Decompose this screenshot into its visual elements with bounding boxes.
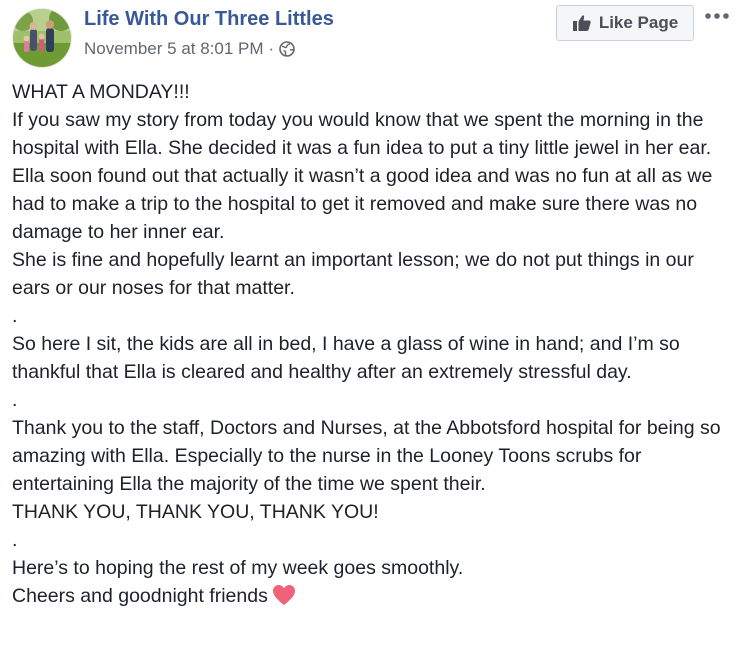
family-photo-avatar [13, 9, 71, 67]
post-line: THANK YOU, THANK YOU, THANK YOU! [12, 501, 379, 523]
post-line: If you saw my story from today you would… [12, 109, 712, 159]
page-avatar[interactable] [12, 8, 72, 68]
meta-separator: · [268, 39, 275, 58]
post-line: . [12, 529, 18, 551]
like-page-label: Like Page [598, 13, 679, 32]
post-closing-line: Cheers and goodnight friends [12, 582, 734, 610]
post-line: So here I sit, the kids are all in bed, … [12, 333, 686, 383]
more-options-icon[interactable] [704, 8, 732, 24]
post-timestamp[interactable]: November 5 at 8:01 PM [84, 39, 264, 59]
page-name-link[interactable]: Life With Our Three Littles [84, 8, 334, 31]
post-line: Ella soon found out that actually it was… [12, 165, 718, 243]
post-line: Here’s to hoping the rest of my week goe… [12, 557, 464, 579]
post-line: Thank you to the staff, Doctors and Nurs… [12, 417, 726, 495]
post-meta: November 5 at 8:01 PM · [84, 39, 296, 59]
post-header: Life With Our Three Littles November 5 a… [0, 0, 742, 72]
post-line: . [12, 305, 18, 327]
facebook-post: Life With Our Three Littles November 5 a… [0, 0, 742, 653]
post-line: . [12, 389, 18, 411]
post-line: She is fine and hopefully learnt an impo… [12, 249, 700, 299]
post-body: WHAT A MONDAY!!! If you saw my story fro… [12, 78, 734, 610]
thumbs-up-icon [572, 13, 592, 33]
heart-icon [272, 584, 296, 606]
post-line: WHAT A MONDAY!!! [12, 81, 190, 103]
like-page-button[interactable]: Like Page [556, 5, 694, 41]
post-line: Cheers and goodnight friends [12, 585, 268, 607]
globe-icon[interactable] [279, 41, 296, 57]
